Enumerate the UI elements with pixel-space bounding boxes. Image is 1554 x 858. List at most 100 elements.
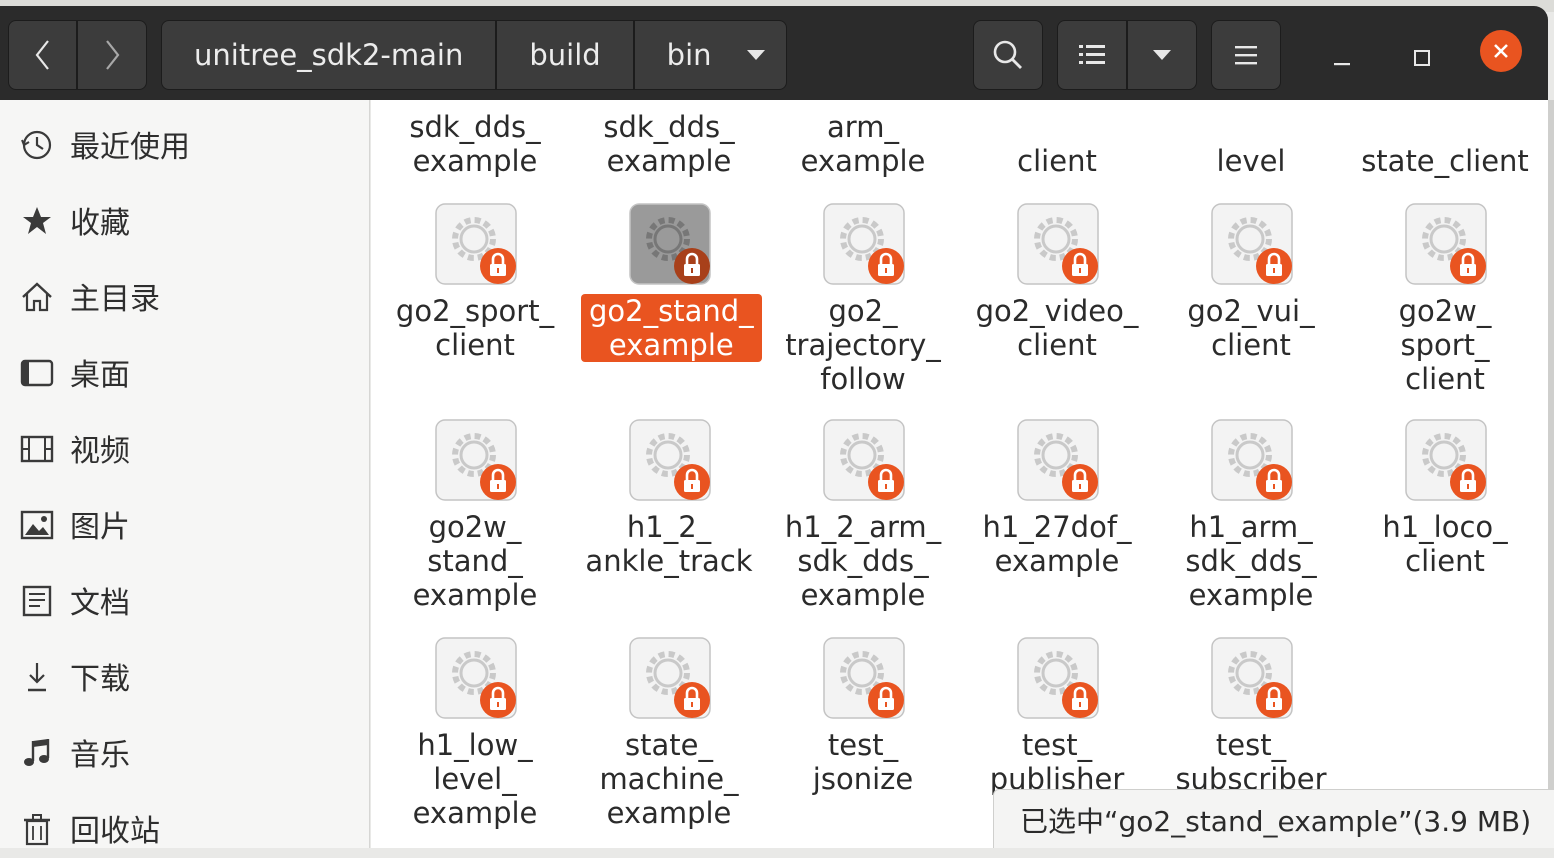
sidebar-item-music[interactable]: 音乐 xyxy=(0,722,369,782)
file-name: state_ machine_ example xyxy=(581,728,757,830)
file-name-text: test_ jsonize xyxy=(812,728,914,796)
menu-group xyxy=(1211,20,1281,90)
file-name: go2w_ stand_ example xyxy=(387,510,563,612)
caret-down-icon xyxy=(746,50,765,60)
executable-lock-icon xyxy=(629,419,711,501)
executable-lock-icon xyxy=(1405,203,1487,285)
file-name: h1_loco_ client xyxy=(1357,510,1533,578)
sidebar-item-label: 文档 xyxy=(70,586,130,621)
file-name: go2_vui_ client xyxy=(1163,294,1339,362)
file-name-partial[interactable]: arm_ example xyxy=(775,110,951,178)
forward-button[interactable] xyxy=(77,20,147,90)
file-name-text: h1_27dof_ example xyxy=(982,510,1132,578)
header-bar: unitree_sdk2-main build bin xyxy=(0,6,1548,100)
hamburger-menu-icon xyxy=(1235,46,1257,65)
executable-lock-icon xyxy=(629,637,711,719)
file-name-text: test_ publisher xyxy=(989,728,1125,796)
file-name: test_ subscriber xyxy=(1163,728,1339,796)
sidebar-item-home[interactable]: 主目录 xyxy=(0,266,369,326)
file-name-text: go2_sport_ client xyxy=(395,294,555,362)
file-name: h1_arm_ sdk_dds_ example xyxy=(1163,510,1339,612)
executable-lock-icon xyxy=(1017,203,1099,285)
sidebar-item-videos[interactable]: 视频 xyxy=(0,418,369,478)
sidebar-item-label: 下载 xyxy=(70,662,130,697)
maximize-icon xyxy=(1414,50,1430,66)
file-name: h1_low_ level_ example xyxy=(387,728,563,830)
close-button[interactable] xyxy=(1480,30,1522,72)
home-icon xyxy=(22,282,52,312)
back-button[interactable] xyxy=(8,20,77,90)
search-icon xyxy=(993,40,1022,69)
file-name-text: go2w_ stand_ example xyxy=(412,510,538,612)
film-icon xyxy=(20,435,54,463)
minimize-icon xyxy=(1334,63,1350,66)
breadcrumb-unitree-sdk2-main[interactable]: unitree_sdk2-main xyxy=(161,20,497,90)
sidebar-item-label: 视频 xyxy=(70,434,130,469)
sidebar-item-trash[interactable]: 回收站 xyxy=(0,798,369,858)
executable-lock-icon xyxy=(1017,419,1099,501)
status-text: 已选中“go2_stand_example”(3.9 MB) xyxy=(1020,805,1532,838)
executable-lock-icon xyxy=(823,203,905,285)
picture-icon xyxy=(20,510,54,540)
file-name-text: h1_loco_ client xyxy=(1382,510,1508,578)
sidebar-item-starred[interactable]: 收藏 xyxy=(0,190,369,250)
file-name-partial[interactable]: level xyxy=(1163,144,1339,178)
caret-down-icon xyxy=(1153,50,1171,60)
download-icon xyxy=(28,663,46,692)
file-name-text: go2_ trajectory_ follow xyxy=(785,294,941,396)
file-name-text: test_ subscriber xyxy=(1175,728,1327,796)
file-name: h1_2_arm_ sdk_dds_ example xyxy=(775,510,951,612)
executable-lock-icon xyxy=(1211,419,1293,501)
view-toggle-group xyxy=(1057,20,1197,90)
view-options-button[interactable] xyxy=(1127,20,1197,90)
sidebar-item-label: 收藏 xyxy=(70,206,130,241)
file-name-partial[interactable]: sdk_dds_ example xyxy=(387,110,563,178)
executable-lock-icon xyxy=(1017,637,1099,719)
desktop-icon xyxy=(20,359,54,387)
history-nav xyxy=(8,20,147,90)
file-name-text: h1_arm_ sdk_dds_ example xyxy=(1185,510,1317,612)
executable-lock-icon xyxy=(435,203,517,285)
file-name: test_ jsonize xyxy=(775,728,951,796)
sidebar-item-downloads[interactable]: 下载 xyxy=(0,646,369,706)
file-name-partial[interactable]: client xyxy=(969,144,1145,178)
maximize-button[interactable] xyxy=(1400,36,1444,80)
executable-lock-icon xyxy=(435,637,517,719)
file-name: go2_sport_ client xyxy=(387,294,563,362)
file-name-partial[interactable]: state_client xyxy=(1357,144,1533,178)
sidebar-item-recent[interactable]: 最近使用 xyxy=(0,114,369,174)
music-note-icon xyxy=(24,739,50,766)
breadcrumb: unitree_sdk2-main build bin xyxy=(161,20,787,90)
sidebar-item-label: 音乐 xyxy=(70,738,130,773)
file-name: h1_27dof_ example xyxy=(969,510,1145,578)
executable-lock-icon xyxy=(1211,637,1293,719)
file-name-partial[interactable]: sdk_dds_ example xyxy=(581,110,757,178)
selection-status-bar: 已选中“go2_stand_example”(3.9 MB) xyxy=(993,789,1554,848)
file-name-text: go2_vui_ client xyxy=(1187,294,1315,362)
file-name: go2_stand_ example xyxy=(581,294,762,362)
sidebar-item-pictures[interactable]: 图片 xyxy=(0,494,369,554)
breadcrumb-build[interactable]: build xyxy=(496,20,634,90)
sidebar-item-documents[interactable]: 文档 xyxy=(0,570,369,630)
executable-lock-icon xyxy=(1211,203,1293,285)
breadcrumb-bin[interactable]: bin xyxy=(633,20,787,90)
sidebar-item-desktop[interactable]: 桌面 xyxy=(0,342,369,402)
file-name-text: h1_2_ ankle_track xyxy=(585,510,753,578)
sidebar-item-label: 最近使用 xyxy=(70,130,190,165)
minimize-button[interactable] xyxy=(1320,36,1364,80)
scrollbar[interactable] xyxy=(1548,100,1554,848)
search-button[interactable] xyxy=(973,20,1043,90)
file-name: test_ publisher xyxy=(969,728,1145,796)
executable-lock-icon xyxy=(435,419,517,501)
file-name: go2w_ sport_ client xyxy=(1357,294,1533,396)
star-icon xyxy=(23,207,51,234)
list-view-button[interactable] xyxy=(1057,20,1127,90)
file-name: h1_2_ ankle_track xyxy=(581,510,757,578)
chevron-right-icon xyxy=(106,40,120,70)
sidebar-item-label: 主目录 xyxy=(70,282,160,317)
chevron-left-icon xyxy=(35,40,49,70)
main-menu-button[interactable] xyxy=(1211,20,1281,90)
trash-icon xyxy=(24,814,50,846)
close-icon xyxy=(1494,44,1508,58)
file-name-text: go2w_ sport_ client xyxy=(1398,294,1492,396)
